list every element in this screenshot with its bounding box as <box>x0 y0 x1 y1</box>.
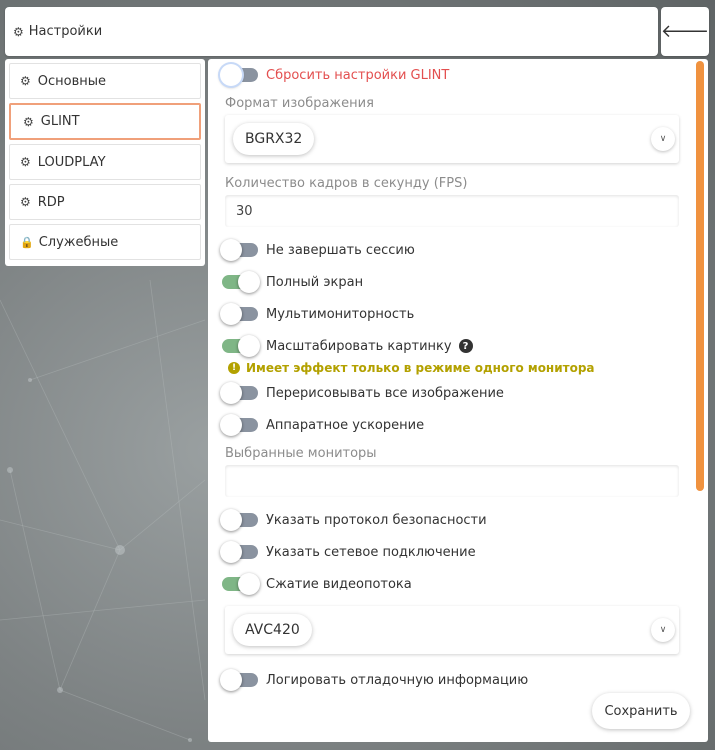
settings-sidebar: ⚙ Основные ⚙ GLINT ⚙ LOUDPLAY ⚙ RDP 🔒 Сл… <box>5 59 205 266</box>
image-format-select[interactable]: BGRX32 ∨ <box>225 115 679 163</box>
selected-monitors-label: Выбранные мониторы <box>225 446 377 461</box>
video-compression-row: Сжатие видеопотока <box>222 573 412 595</box>
gear-icon: ⚙ <box>20 74 31 88</box>
back-button[interactable]: 🡐 <box>661 7 709 56</box>
gear-icon: ⚙ <box>20 195 31 209</box>
sidebar-item-rdp[interactable]: ⚙ RDP <box>9 184 201 220</box>
debug-log-row: Логировать отладочную информацию <box>220 669 529 691</box>
hw-accel-row: Аппаратное ускорение <box>220 414 425 436</box>
security-protocol-label: Указать протокол безопасности <box>266 512 487 528</box>
reset-glint-toggle[interactable] <box>220 64 258 86</box>
toggle-knob <box>220 303 242 325</box>
toggle-knob <box>220 541 242 563</box>
sidebar-item-loudplay[interactable]: ⚙ LOUDPLAY <box>9 144 201 180</box>
toggle-knob <box>220 382 242 404</box>
sidebar-item-service[interactable]: 🔒 Служебные <box>9 224 201 260</box>
chevron-down-icon: ∨ <box>651 127 675 151</box>
chevron-down-icon: ∨ <box>651 618 675 642</box>
page-title: Настройки <box>28 24 103 39</box>
scale-hint: ! Имеет эффект только в режиме одного мо… <box>228 361 595 375</box>
settings-content: Сбросить настройки GLINT Формат изображе… <box>208 59 708 742</box>
debug-log-toggle[interactable] <box>220 669 258 691</box>
sidebar-item-label: Основные <box>37 73 107 89</box>
hw-accel-label: Аппаратное ускорение <box>266 417 425 433</box>
sidebar-item-label: Служебные <box>38 234 119 250</box>
toggle-knob <box>220 509 242 531</box>
fps-label: Количество кадров в секунду (FPS) <box>225 176 468 191</box>
toggle-knob <box>220 414 242 436</box>
video-compression-toggle[interactable] <box>222 573 260 595</box>
save-button[interactable]: Сохранить <box>592 693 690 729</box>
selected-monitors-input[interactable] <box>225 465 679 497</box>
video-compression-label: Сжатие видеопотока <box>266 576 412 592</box>
scale-picture-label: Масштабировать картинку <box>266 338 452 354</box>
toggle-knob <box>238 271 260 293</box>
sidebar-item-label: LOUDPLAY <box>37 154 106 170</box>
scale-picture-toggle[interactable] <box>222 335 260 357</box>
image-format-value: BGRX32 <box>233 123 315 155</box>
network-connection-row: Указать сетевое подключение <box>220 541 476 563</box>
warning-icon: ! <box>228 362 240 374</box>
multimonitor-toggle[interactable] <box>220 303 258 325</box>
no-end-session-label: Не завершать сессию <box>266 242 415 258</box>
toggle-knob <box>238 573 260 595</box>
scale-picture-row: Масштабировать картинку ? <box>222 335 473 357</box>
security-protocol-row: Указать протокол безопасности <box>220 509 487 531</box>
help-icon[interactable]: ? <box>458 339 473 353</box>
reset-glint-row: Сбросить настройки GLINT <box>220 64 450 86</box>
debug-log-label: Логировать отладочную информацию <box>266 672 529 688</box>
fullscreen-row: Полный экран <box>222 271 363 293</box>
hw-accel-toggle[interactable] <box>220 414 258 436</box>
sidebar-item-general[interactable]: ⚙ Основные <box>9 63 201 99</box>
lock-icon: 🔒 <box>20 235 34 249</box>
redraw-all-row: Перерисовывать все изображение <box>220 382 504 404</box>
redraw-all-label: Перерисовывать все изображение <box>266 385 504 401</box>
no-end-session-toggle[interactable] <box>220 239 258 261</box>
gear-icon: ⚙ <box>23 114 34 129</box>
multimonitor-label: Мультимониторность <box>266 306 415 322</box>
scale-hint-text: Имеет эффект только в режиме одного мони… <box>246 361 595 375</box>
toggle-knob <box>220 64 242 86</box>
sidebar-item-glint[interactable]: ⚙ GLINT <box>9 103 201 140</box>
gear-icon: ⚙ <box>13 24 24 39</box>
sidebar-item-label: RDP <box>37 194 65 210</box>
toggle-knob <box>220 239 242 261</box>
gear-icon: ⚙ <box>20 155 31 169</box>
scrollbar-thumb[interactable] <box>696 61 704 491</box>
security-protocol-toggle[interactable] <box>220 509 258 531</box>
fullscreen-toggle[interactable] <box>222 271 260 293</box>
image-format-label: Формат изображения <box>225 96 374 111</box>
codec-select[interactable]: AVC420 ∨ <box>225 606 679 654</box>
codec-value: AVC420 <box>233 614 312 646</box>
network-connection-label: Указать сетевое подключение <box>266 544 476 560</box>
toggle-knob <box>238 335 260 357</box>
fullscreen-label: Полный экран <box>266 274 364 290</box>
network-connection-toggle[interactable] <box>220 541 258 563</box>
fps-input[interactable]: 30 <box>225 195 679 227</box>
toggle-knob <box>220 669 242 691</box>
redraw-all-toggle[interactable] <box>220 382 258 404</box>
multimonitor-row: Мультимониторность <box>220 303 415 325</box>
reset-glint-label: Сбросить настройки GLINT <box>266 67 450 83</box>
arrow-left-icon: 🡐 <box>660 21 710 42</box>
sidebar-item-label: GLINT <box>40 114 80 129</box>
no-end-session-row: Не завершать сессию <box>220 239 415 261</box>
page-header: ⚙ Настройки <box>5 7 658 56</box>
